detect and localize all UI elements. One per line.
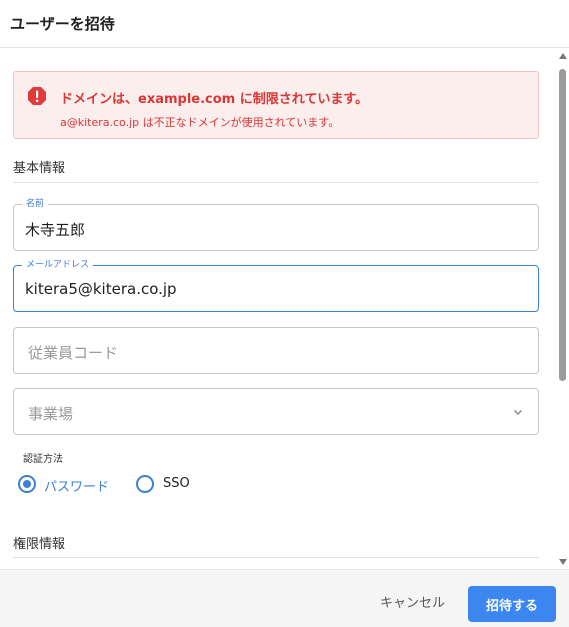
divider bbox=[13, 557, 539, 558]
error-icon bbox=[28, 87, 46, 105]
name-field-label: 名前 bbox=[22, 198, 49, 210]
radio-password-label: パスワード bbox=[44, 480, 110, 495]
scroll-up-arrow-icon[interactable] bbox=[559, 53, 567, 59]
name-field-value: 木寺五郎 bbox=[25, 221, 86, 239]
scroll-thumb[interactable] bbox=[559, 69, 566, 381]
email-field-label: メールアドレス bbox=[22, 259, 94, 271]
error-alert: ドメインは、example.com に制限されています。 a@kitera.co… bbox=[13, 71, 539, 139]
invite-button[interactable]: 招待する bbox=[468, 586, 556, 622]
scrollbar[interactable] bbox=[556, 49, 569, 569]
basic-info-heading: 基本情報 bbox=[13, 161, 66, 176]
radio-sso-label: SSO bbox=[163, 476, 190, 491]
office-placeholder: 事業場 bbox=[28, 405, 74, 423]
auth-method-label: 認証方法 bbox=[23, 454, 63, 465]
employee-code-placeholder: 従業員コード bbox=[28, 344, 119, 362]
dialog-body: ドメインは、example.com に制限されています。 a@kitera.co… bbox=[0, 49, 569, 569]
scroll-down-arrow-icon[interactable] bbox=[559, 559, 567, 565]
name-field[interactable]: 名前 木寺五郎 bbox=[13, 198, 539, 251]
chevron-down-icon bbox=[513, 409, 523, 416]
dialog-footer: キャンセル 招待する bbox=[0, 569, 569, 627]
email-field-value: kitera5@kitera.co.jp bbox=[25, 280, 177, 298]
dialog-header: ユーザーを招待 bbox=[0, 0, 569, 48]
permission-info-heading: 権限情報 bbox=[13, 537, 66, 552]
office-select[interactable]: 事業場 bbox=[13, 388, 539, 435]
alert-title: ドメインは、example.com に制限されています。 bbox=[60, 92, 369, 107]
email-field[interactable]: メールアドレス kitera5@kitera.co.jp bbox=[13, 259, 539, 312]
employee-code-field[interactable]: 従業員コード bbox=[13, 327, 539, 374]
divider bbox=[13, 182, 539, 183]
cancel-button[interactable]: キャンセル bbox=[372, 586, 453, 616]
radio-sso[interactable] bbox=[136, 475, 154, 493]
radio-password[interactable] bbox=[18, 475, 36, 493]
dialog-title: ユーザーを招待 bbox=[10, 15, 115, 33]
alert-detail: a@kitera.co.jp は不正なドメインが使用されています。 bbox=[60, 116, 340, 129]
